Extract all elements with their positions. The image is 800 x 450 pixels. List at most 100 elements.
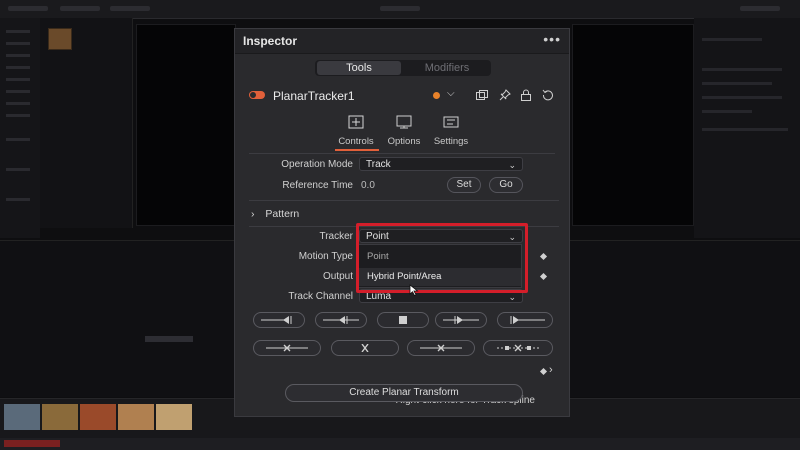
track-to-end-button[interactable] (497, 312, 553, 328)
active-tab-indicator (335, 149, 379, 151)
track-to-start-icon (261, 316, 292, 324)
delete-after-icon (420, 344, 462, 352)
clip-thumbnail[interactable] (156, 404, 192, 430)
more-options-icon[interactable]: ••• (543, 31, 561, 47)
output-label: Output (322, 271, 353, 282)
tab-options[interactable]: Options (379, 113, 429, 149)
sidebar-row (6, 168, 30, 171)
settings-icon (443, 116, 459, 128)
track-channel-label: Track Channel (288, 291, 353, 302)
top-bar-item (8, 6, 48, 11)
lock-icon[interactable] (519, 88, 533, 102)
operation-mode-label: Operation Mode (281, 159, 353, 170)
right-inspector-panel (694, 18, 800, 238)
sidebar-row (6, 138, 30, 141)
controls-icon (348, 115, 364, 129)
delete-before-icon (266, 344, 308, 352)
clip-thumbnail[interactable] (80, 404, 116, 430)
versions-icon[interactable] (475, 88, 489, 102)
sidebar-row (6, 102, 30, 105)
track-to-start-button[interactable] (253, 312, 305, 328)
reset-icon[interactable] (541, 88, 555, 102)
operation-mode-dropdown[interactable]: Track ⌄ (359, 157, 523, 171)
clip-thumbnail[interactable] (42, 404, 78, 430)
panel-row (702, 96, 782, 99)
sidebar-row (6, 114, 30, 117)
top-bar-item (60, 6, 100, 11)
top-bar-item (110, 6, 150, 11)
mouse-cursor-icon (409, 284, 419, 296)
tab-label: Options (387, 136, 421, 147)
delete-track-after-button[interactable] (407, 340, 475, 356)
keyframe-diamond-icon[interactable] (539, 252, 548, 261)
pattern-label: Pattern (265, 208, 300, 220)
set-button[interactable]: Set (447, 177, 481, 193)
operation-mode-value: Track (366, 159, 391, 170)
tab-settings[interactable]: Settings (426, 113, 476, 149)
clip-thumbnail[interactable] (118, 404, 154, 430)
reference-time-value[interactable]: 0.0 (361, 180, 375, 191)
clip-thumbnail[interactable] (4, 404, 40, 430)
panel-row (702, 38, 762, 41)
app-top-bar (0, 0, 800, 19)
chevron-down-icon[interactable]: ⌵ (447, 88, 455, 99)
tracker-label: Tracker (319, 231, 353, 242)
options-icon (396, 115, 412, 129)
tab-controls[interactable]: Controls (331, 113, 381, 149)
track-backward-button[interactable] (315, 312, 367, 328)
delete-keyframe-range-button[interactable] (483, 340, 553, 356)
sidebar-row (6, 42, 30, 45)
pin-icon[interactable] (498, 88, 512, 102)
stop-icon (399, 316, 407, 324)
chevron-right-icon: › (251, 208, 255, 220)
delete-track-before-button[interactable] (253, 340, 321, 356)
sidebar-row (6, 78, 30, 81)
node-header: PlanarTracker1 ⌵ (235, 85, 569, 107)
tab-label: Settings (433, 136, 469, 147)
go-button[interactable]: Go (489, 177, 523, 193)
node-name: PlanarTracker1 (273, 89, 355, 103)
highlight-annotation (356, 223, 528, 293)
close-icon (361, 344, 369, 352)
node-enable-toggle[interactable] (249, 91, 265, 99)
chevron-down-icon: ⌄ (508, 160, 516, 170)
track-forward-button[interactable] (435, 312, 487, 328)
sidebar-row (6, 66, 30, 69)
top-bar-item (380, 6, 420, 11)
motion-type-label: Motion Type (298, 251, 353, 262)
panel-row (702, 82, 772, 85)
top-bar-item (740, 6, 780, 11)
chevron-right-icon[interactable]: › (549, 364, 553, 376)
keyframe-diamond-icon[interactable] (539, 367, 548, 376)
media-thumbnail[interactable] (48, 28, 72, 50)
render-indicator (4, 440, 60, 447)
sidebar-row (6, 198, 30, 201)
track-backward-icon (323, 316, 359, 324)
inspector-title: Inspector (243, 34, 298, 48)
node-color-dot[interactable] (433, 92, 440, 99)
left-viewer (136, 24, 236, 226)
panel-row (702, 68, 782, 71)
delete-range-icon (497, 344, 539, 352)
sidebar-row (6, 30, 30, 33)
keyframe-diamond-icon[interactable] (539, 272, 548, 281)
panel-row (702, 128, 788, 131)
media-pool-sidebar (0, 18, 40, 238)
pattern-section-header[interactable]: › Pattern (251, 208, 299, 220)
tab-tools[interactable]: Tools (317, 61, 401, 75)
delete-track-button[interactable] (331, 340, 399, 356)
right-viewer (572, 24, 694, 226)
track-to-end-icon (510, 316, 545, 324)
inspector-tabs: Controls Options Settings (235, 113, 569, 149)
panel-row (702, 110, 752, 113)
tab-modifiers[interactable]: Modifiers (405, 61, 489, 75)
divider (249, 200, 559, 201)
tab-label: Controls (338, 136, 374, 147)
node-item[interactable] (145, 336, 193, 342)
stop-tracking-button[interactable] (377, 312, 429, 328)
page-bar (0, 438, 800, 450)
sidebar-row (6, 90, 30, 93)
inspector-header: Inspector ••• (235, 29, 569, 54)
create-planar-transform-button[interactable]: Create Planar Transform (285, 384, 523, 402)
tools-modifiers-switch: Tools Modifiers (315, 60, 491, 76)
